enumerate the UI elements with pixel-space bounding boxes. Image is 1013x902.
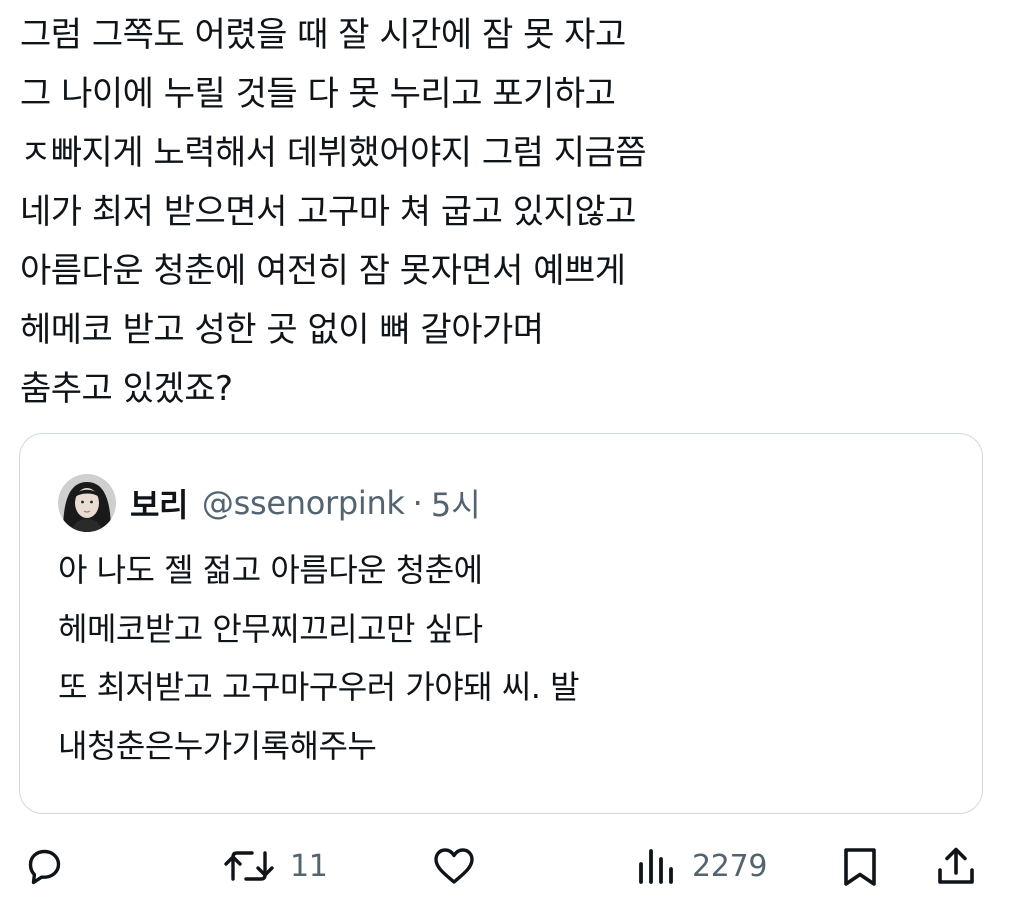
tweet-text: 그럼 그쪽도 어렸을 때 잘 시간에 잠 못 자고 그 나이에 누릴 것들 다 … (20, 6, 1000, 419)
profile-photo-avatar[interactable] (58, 474, 116, 532)
retweet-icon (222, 842, 276, 890)
views-chart-icon (634, 842, 678, 890)
share-button[interactable] (932, 836, 980, 896)
bookmark-button[interactable] (838, 836, 882, 896)
quoted-post-time[interactable]: 5시 (431, 480, 481, 526)
tweet-text-line: 헤메코 받고 성한 곳 없이 뼈 갈아가며 (20, 310, 544, 350)
quoted-text-line: 아 나도 젤 젊고 아름다운 청춘에 (58, 551, 483, 589)
retweet-count: 11 (290, 848, 328, 884)
quoted-author-handle[interactable]: @ssenorpink (202, 484, 405, 522)
bookmark-icon (838, 842, 882, 890)
tweet-text-line: 아름다운 청춘에 여전히 잠 못자면서 예쁘게 (20, 251, 626, 291)
views-button[interactable]: 2279 (634, 836, 767, 896)
quoted-tweet-card[interactable]: 보리 @ssenorpink · 5시 아 나도 젤 젊고 아름다운 청춘에 헤… (19, 433, 983, 814)
tweet-text-line: 춤추고 있겠죠? (20, 369, 233, 409)
views-count: 2279 (692, 848, 768, 884)
quoted-tweet-text: 아 나도 젤 젊고 아름다운 청춘에 헤메코받고 안무찌끄리고만 싶다 또 최저… (58, 541, 580, 775)
quoted-tweet-header: 보리 @ssenorpink · 5시 (58, 474, 481, 532)
share-icon (932, 842, 980, 890)
tweet-text-line: 네가 최저 받으면서 고구마 쳐 굽고 있지않고 (20, 192, 636, 232)
tweet-action-bar: 11 2279 (0, 836, 1013, 896)
meta-separator: · (412, 484, 423, 522)
reply-icon (20, 842, 68, 890)
quoted-text-line: 또 최저받고 고구마구우러 가야돼 씨. 발 (58, 668, 580, 706)
quoted-text-line: 내청춘은누가기록해주누 (58, 726, 377, 765)
like-button[interactable] (430, 836, 478, 896)
retweet-button[interactable]: 11 (222, 836, 328, 896)
tweet-text-line: ㅈ빠지게 노력해서 데뷔했어야지 그럼 지금쯤 (20, 133, 647, 173)
quoted-text-line: 헤메코받고 안무찌끄리고만 싶다 (58, 609, 483, 648)
heart-icon (430, 842, 478, 890)
quoted-author-name[interactable]: 보리 (130, 480, 188, 526)
reply-button[interactable] (20, 836, 68, 896)
tweet-text-line: 그럼 그쪽도 어렸을 때 잘 시간에 잠 못 자고 (20, 15, 626, 55)
tweet-text-line: 그 나이에 누릴 것들 다 못 누리고 포기하고 (20, 74, 616, 114)
